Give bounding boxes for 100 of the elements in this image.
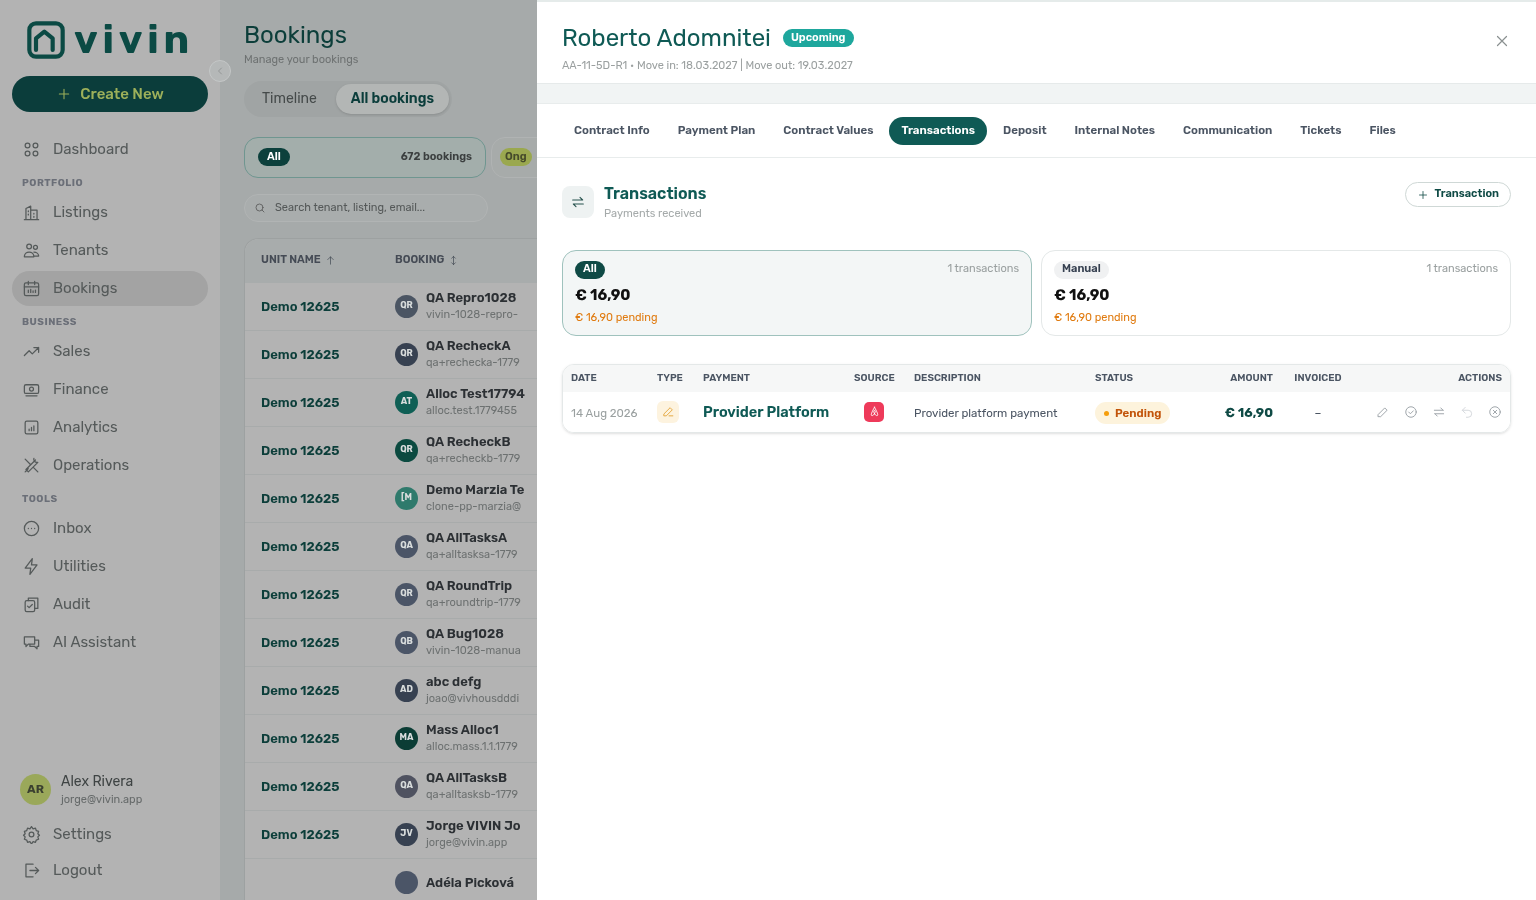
avatar: QB: [395, 630, 418, 654]
guest-name: Alloc Test17794: [426, 385, 525, 402]
view-tab[interactable]: All bookings: [335, 83, 450, 114]
people-icon: [22, 241, 41, 260]
section-heading: PORTFOLIO: [21, 176, 85, 191]
chip-label: All: [258, 148, 290, 166]
nav-item[interactable]: Analytics: [12, 410, 208, 445]
unit-name: Demo 12625: [261, 587, 340, 602]
cancel-circle-button[interactable]: [1488, 404, 1502, 419]
status-pill: Pending: [1095, 402, 1171, 425]
detail-tab[interactable]: Tickets: [1288, 116, 1354, 145]
check-circle-icon: [1404, 404, 1418, 419]
summary-card[interactable]: Manual 1 transactions € 16,90 € 16,90 pending: [1041, 249, 1511, 336]
section-subtitle: Payments received: [604, 206, 703, 222]
nav-item[interactable]: Audit: [12, 587, 208, 622]
clipboard-icon: [22, 595, 41, 614]
detail-tab[interactable]: Communication: [1171, 116, 1285, 145]
summary-card[interactable]: All 1 transactions € 16,90 € 16,90 pending: [562, 249, 1032, 336]
detail-tab[interactable]: Deposit: [991, 116, 1059, 145]
section-title: Transactions: [604, 183, 707, 205]
settings-link[interactable]: Settings: [12, 816, 208, 852]
undo-icon: [1460, 404, 1474, 419]
description-cell: Provider platform payment: [914, 405, 1058, 420]
nav-item[interactable]: Utilities: [12, 549, 208, 584]
nav-item[interactable]: Finance: [12, 372, 208, 407]
avatar: QR: [395, 294, 418, 318]
guest-email: qa+alltasksa-1779: [426, 547, 518, 563]
column-header: ACTIONS: [1458, 371, 1502, 384]
detail-tab[interactable]: Transactions: [889, 116, 988, 145]
search-field[interactable]: Search tenant, listing, email...: [244, 193, 488, 222]
avatar: QR: [395, 342, 418, 366]
avatar: MA: [395, 726, 418, 750]
column-header: STATUS: [1095, 371, 1134, 384]
create-new-button[interactable]: Create New: [12, 76, 208, 112]
avatar: QR: [395, 438, 418, 462]
nav-item[interactable]: Dashboard: [12, 132, 208, 167]
avatar: JV: [395, 822, 418, 846]
nav-item[interactable]: Operations: [12, 448, 208, 483]
guest-email: vivin-1028-manua: [426, 643, 521, 659]
nav-item[interactable]: Bookings: [12, 271, 208, 306]
guest-name: Adéla Picková: [426, 873, 514, 891]
guest-name: QA AllTasksA: [426, 529, 509, 546]
check-circle-button[interactable]: [1404, 404, 1418, 419]
guest-email: alloc.test.1779455: [426, 403, 518, 419]
guest-email: jorge@vivin.app: [426, 835, 509, 851]
nav-item[interactable]: Listings: [12, 195, 208, 230]
edit-icon: [661, 405, 675, 418]
date-cell: 14 Aug 2026: [571, 405, 638, 420]
guest-name: abc defg: [426, 673, 483, 690]
unit-name: Demo 12625: [261, 731, 340, 746]
sort-ascending-icon: [324, 255, 336, 266]
detail-tab[interactable]: Files: [1357, 116, 1408, 145]
unit-name: Demo 12625: [261, 395, 340, 410]
guest-name: QA Bug1028: [426, 625, 505, 642]
guest-name: QA RecheckB: [426, 433, 512, 450]
cancel-circle-icon: [1488, 404, 1502, 419]
column-header: TYPE: [657, 371, 683, 384]
nav-item[interactable]: Inbox: [12, 511, 208, 546]
column-header: BOOKING: [395, 252, 445, 269]
page-subtitle: Manage your bookings: [244, 52, 360, 68]
undo-button[interactable]: [1460, 404, 1474, 419]
chart-icon: [22, 418, 41, 437]
guest-name: Mass Alloc1: [426, 721, 500, 738]
chat-bubbles-icon: [22, 633, 41, 652]
column-header: UNIT NAME: [261, 252, 321, 269]
detail-tab[interactable]: Payment Plan: [665, 116, 768, 145]
filter-chip[interactable]: All 672 bookings: [244, 136, 486, 178]
chip-label: Ong: [500, 148, 532, 166]
logout-link[interactable]: Logout: [12, 852, 208, 888]
detail-tab[interactable]: Contract Info: [562, 116, 662, 145]
detail-tab[interactable]: Internal Notes: [1062, 116, 1168, 145]
guest-email: vivin-1028-repro-: [426, 307, 519, 323]
page-title: Bookings: [244, 20, 348, 50]
avatar: QA: [395, 534, 418, 558]
nav-item[interactable]: Sales: [12, 334, 208, 369]
transfer-button[interactable]: [1432, 404, 1446, 419]
nav-item[interactable]: AI Assistant: [12, 625, 208, 660]
tools-icon: [22, 456, 41, 475]
chat-icon: [22, 519, 41, 538]
view-tab[interactable]: Timeline: [247, 83, 332, 114]
transaction-count: 1 transactions: [1426, 261, 1498, 278]
guest-email: joao@vivhousdddi: [426, 691, 520, 707]
column-header: AMOUNT: [1230, 371, 1273, 384]
user-email: jorge@vivin.app: [61, 791, 143, 808]
collapse-button[interactable]: [209, 60, 231, 82]
card-amount: € 16,90: [1054, 284, 1111, 306]
guest-email: alloc.mass.1.1.1779: [426, 739, 518, 755]
filter-chip[interactable]: Ong: [491, 136, 537, 178]
unit-name: Demo 12625: [261, 347, 340, 362]
edit-button[interactable]: [1376, 404, 1390, 419]
unit-name: Demo 12625: [261, 779, 340, 794]
guest-email: clone-pp-marzia@: [426, 499, 523, 515]
guest-name: QA AllTasksB: [426, 769, 509, 786]
unit-name: Demo 12625: [261, 827, 340, 842]
column-header: INVOICED: [1294, 371, 1342, 384]
detail-tab[interactable]: Contract Values: [771, 116, 886, 145]
column-header: PAYMENT: [703, 371, 750, 384]
edit-icon: [1376, 404, 1390, 419]
nav-item[interactable]: Tenants: [12, 233, 208, 268]
search-icon: [254, 201, 266, 214]
